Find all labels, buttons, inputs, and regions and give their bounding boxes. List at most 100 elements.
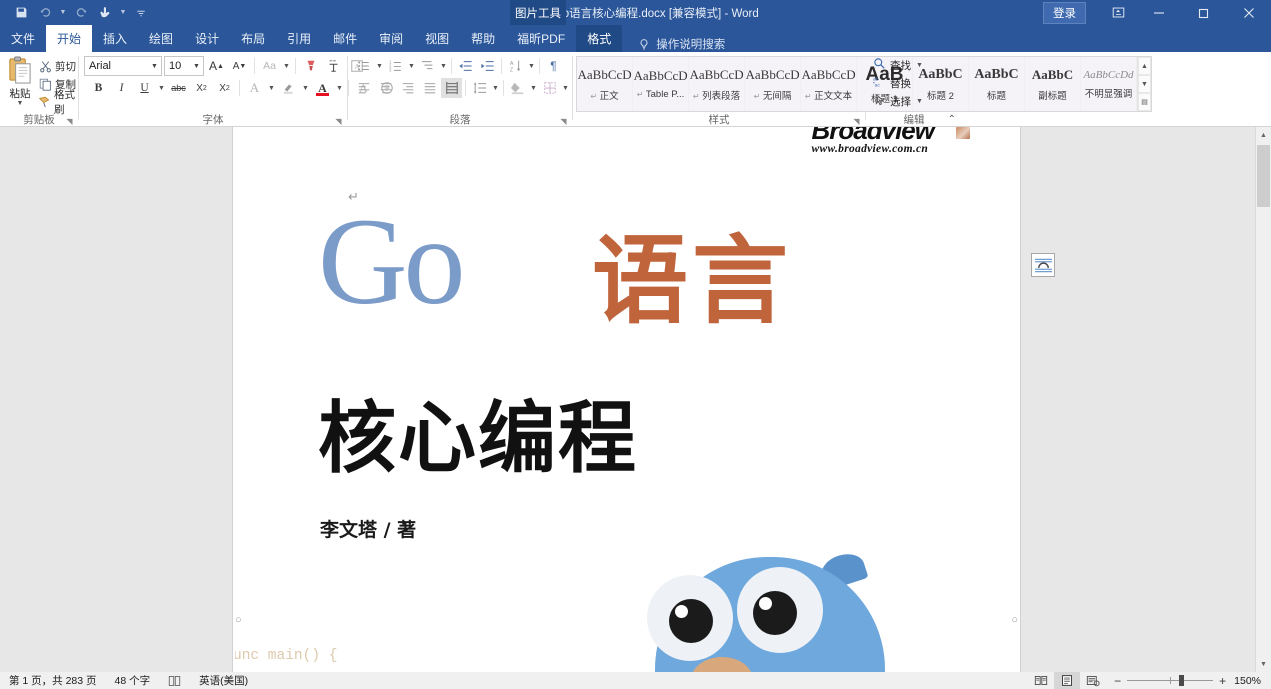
tab-mailings[interactable]: 邮件 — [322, 25, 368, 52]
style-item-no-spacing[interactable]: AaBbCcD ↵ 无间隔 — [745, 57, 801, 111]
redo-icon[interactable] — [70, 3, 92, 23]
bullets-dropdown-icon[interactable]: ▼ — [375, 63, 384, 70]
text-effects-dropdown-icon[interactable]: ▼ — [267, 85, 276, 92]
font-size-combo[interactable]: 10 ▼ — [164, 56, 204, 76]
numbering-dropdown-icon[interactable]: ▼ — [407, 63, 416, 70]
collapse-ribbon-icon[interactable]: ⌃ — [948, 114, 956, 125]
shading-icon[interactable] — [507, 78, 528, 98]
tab-review[interactable]: 审阅 — [368, 25, 414, 52]
distribute-icon[interactable] — [441, 78, 462, 98]
style-item-normal[interactable]: AaBbCcD ↵ 正文 — [577, 57, 633, 111]
scrollbar-thumb[interactable] — [1257, 145, 1270, 207]
touch-mouse-mode-icon[interactable] — [94, 3, 116, 23]
tab-layout[interactable]: 布局 — [230, 25, 276, 52]
bold-icon[interactable]: B — [88, 78, 109, 98]
undo-icon[interactable] — [34, 3, 56, 23]
borders-icon[interactable] — [539, 78, 560, 98]
font-size-dropdown-icon[interactable]: ▼ — [190, 63, 203, 70]
shrink-font-icon[interactable]: A ▼ — [229, 56, 250, 76]
proofing-errors-icon[interactable] — [159, 675, 190, 687]
restore-button[interactable] — [1181, 0, 1226, 25]
borders-dropdown-icon[interactable]: ▼ — [561, 85, 570, 92]
document-page[interactable]: Broadview www.broadview.com.cn ↵ Go 语言 核… — [233, 127, 1020, 672]
font-color-dropdown-icon[interactable]: ▼ — [335, 85, 344, 92]
underline-icon[interactable]: U — [134, 78, 155, 98]
image-handle-left[interactable]: ○ — [235, 614, 242, 626]
style-item-subtitle[interactable]: AaBbC 副标题 — [1025, 57, 1081, 111]
style-item-title[interactable]: AaBbC 标题 — [969, 57, 1025, 111]
text-effects-icon[interactable]: A — [244, 78, 265, 98]
show-marks-icon[interactable]: ¶ — [543, 56, 564, 76]
clear-formatting-icon[interactable] — [300, 56, 321, 76]
font-dialog-launcher[interactable]: ◥ — [334, 117, 343, 126]
paste-dropdown-icon[interactable]: ▼ — [17, 100, 24, 107]
text-highlight-dropdown-icon[interactable]: ▼ — [301, 85, 310, 92]
tab-home[interactable]: 开始 — [46, 25, 93, 52]
image-handle-right[interactable]: ○ — [1011, 614, 1018, 626]
document-canvas[interactable]: Broadview www.broadview.com.cn ↵ Go 语言 核… — [0, 127, 1271, 672]
close-button[interactable] — [1226, 0, 1271, 25]
align-center-icon[interactable] — [375, 78, 396, 98]
italic-icon[interactable]: I — [111, 78, 132, 98]
scroll-down-icon[interactable]: ▼ — [1256, 656, 1271, 672]
phonetic-guide-icon[interactable] — [323, 56, 344, 76]
font-color-icon[interactable]: A — [312, 78, 333, 98]
read-mode-button[interactable] — [1028, 672, 1054, 689]
multilevel-list-icon[interactable] — [417, 56, 438, 76]
paragraph-dialog-launcher[interactable]: ◥ — [559, 117, 568, 126]
font-name-dropdown-icon[interactable]: ▼ — [148, 63, 161, 70]
styles-dialog-launcher[interactable]: ◥ — [852, 117, 861, 126]
tab-foxit-pdf[interactable]: 福昕PDF — [506, 25, 576, 52]
grow-font-icon[interactable]: A ▲ — [206, 56, 227, 76]
print-layout-button[interactable] — [1054, 672, 1081, 689]
web-layout-button[interactable] — [1080, 672, 1106, 689]
undo-dropdown-icon[interactable]: ▼ — [58, 9, 68, 16]
justify-icon[interactable] — [419, 78, 440, 98]
tab-help[interactable]: 帮助 — [460, 25, 506, 52]
customize-qat-icon[interactable] — [130, 3, 152, 23]
bullets-icon[interactable] — [353, 56, 374, 76]
layout-options-icon[interactable] — [1031, 253, 1055, 277]
style-item-subtle-emphasis[interactable]: AaBbCcDd 不明显强调 — [1081, 57, 1137, 111]
sort-dropdown-icon[interactable]: ▼ — [527, 63, 536, 70]
select-dropdown-icon[interactable]: ▼ — [915, 98, 924, 105]
tab-insert[interactable]: 插入 — [92, 25, 138, 52]
align-right-icon[interactable] — [397, 78, 418, 98]
change-case-icon[interactable]: Aa — [259, 56, 280, 76]
ribbon-display-options-icon[interactable] — [1100, 0, 1136, 25]
underline-dropdown-icon[interactable]: ▼ — [157, 85, 166, 92]
line-spacing-dropdown-icon[interactable]: ▼ — [491, 85, 500, 92]
tab-design[interactable]: 设计 — [184, 25, 230, 52]
align-left-icon[interactable] — [353, 78, 374, 98]
zoom-level[interactable]: 150% — [1234, 675, 1271, 687]
zoom-in-button[interactable]: + — [1219, 674, 1226, 688]
scroll-up-icon[interactable]: ▲ — [1256, 127, 1271, 143]
font-name-combo[interactable]: Arial ▼ — [84, 56, 162, 76]
tab-draw[interactable]: 绘图 — [138, 25, 184, 52]
zoom-track[interactable] — [1127, 675, 1214, 686]
styles-scroll-up-icon[interactable]: ▲ — [1138, 57, 1151, 75]
zoom-slider[interactable]: − + — [1106, 674, 1234, 688]
tab-references[interactable]: 引用 — [276, 25, 322, 52]
sign-in-button[interactable]: 登录 — [1043, 1, 1086, 24]
replace-button[interactable]: ab ac 替换 — [873, 74, 924, 92]
tab-format[interactable]: 格式 — [576, 25, 623, 52]
find-button[interactable]: 查找 ▼ — [873, 56, 924, 74]
multilevel-list-dropdown-icon[interactable]: ▼ — [439, 63, 448, 70]
zoom-thumb[interactable] — [1179, 675, 1185, 686]
styles-scroll-down-icon[interactable]: ▼ — [1138, 75, 1151, 93]
paste-button[interactable]: 粘贴 ▼ — [4, 55, 36, 111]
touch-mode-dropdown-icon[interactable]: ▼ — [118, 9, 128, 16]
line-spacing-icon[interactable] — [469, 78, 490, 98]
format-painter-button[interactable]: 格式刷 — [36, 89, 78, 116]
styles-more-icon[interactable]: ▤ — [1138, 93, 1151, 111]
style-item-body-text[interactable]: AaBbCcD ↵ 正文文本 — [801, 57, 857, 111]
tell-me-search[interactable]: 操作说明搜索 — [638, 36, 725, 52]
style-item-list-paragraph[interactable]: AaBbCcD ↵ 列表段落 — [689, 57, 745, 111]
minimize-button[interactable] — [1136, 0, 1181, 25]
select-button[interactable]: 选择 ▼ — [873, 92, 924, 110]
word-count[interactable]: 48 个字 — [106, 673, 160, 688]
page-indicator[interactable]: 第 1 页，共 283 页 — [0, 673, 106, 688]
shading-dropdown-icon[interactable]: ▼ — [529, 85, 538, 92]
increase-indent-icon[interactable] — [477, 56, 498, 76]
